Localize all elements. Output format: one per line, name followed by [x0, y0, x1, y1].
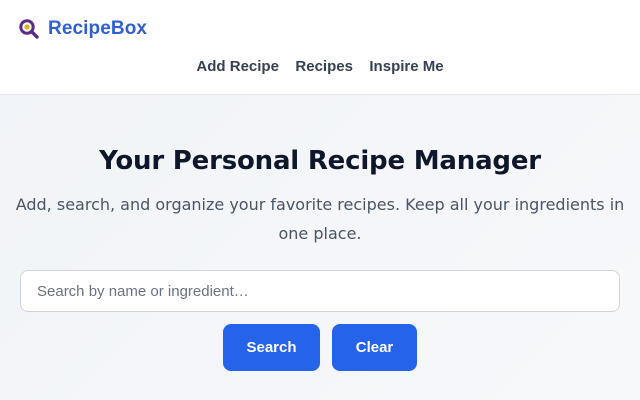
main-nav: Add Recipe Recipes Inspire Me — [0, 58, 640, 76]
nav-add-recipe[interactable]: Add Recipe — [196, 58, 279, 75]
search-button[interactable]: Search — [223, 324, 320, 371]
clear-button[interactable]: Clear — [332, 324, 417, 371]
nav-inspire-me[interactable]: Inspire Me — [369, 58, 443, 75]
brand-logo[interactable]: RecipeBox — [18, 17, 147, 41]
magnifier-icon — [18, 18, 40, 40]
page-title: Your Personal Recipe Manager — [99, 146, 541, 176]
page-subtitle: Add, search, and organize your favorite … — [15, 195, 625, 243]
brand-name: RecipeBox — [48, 18, 148, 39]
site-header: RecipeBox Add Recipe Recipes Inspire Me — [0, 0, 640, 95]
search-input[interactable] — [20, 270, 620, 312]
nav-recipes[interactable]: Recipes — [295, 58, 353, 75]
